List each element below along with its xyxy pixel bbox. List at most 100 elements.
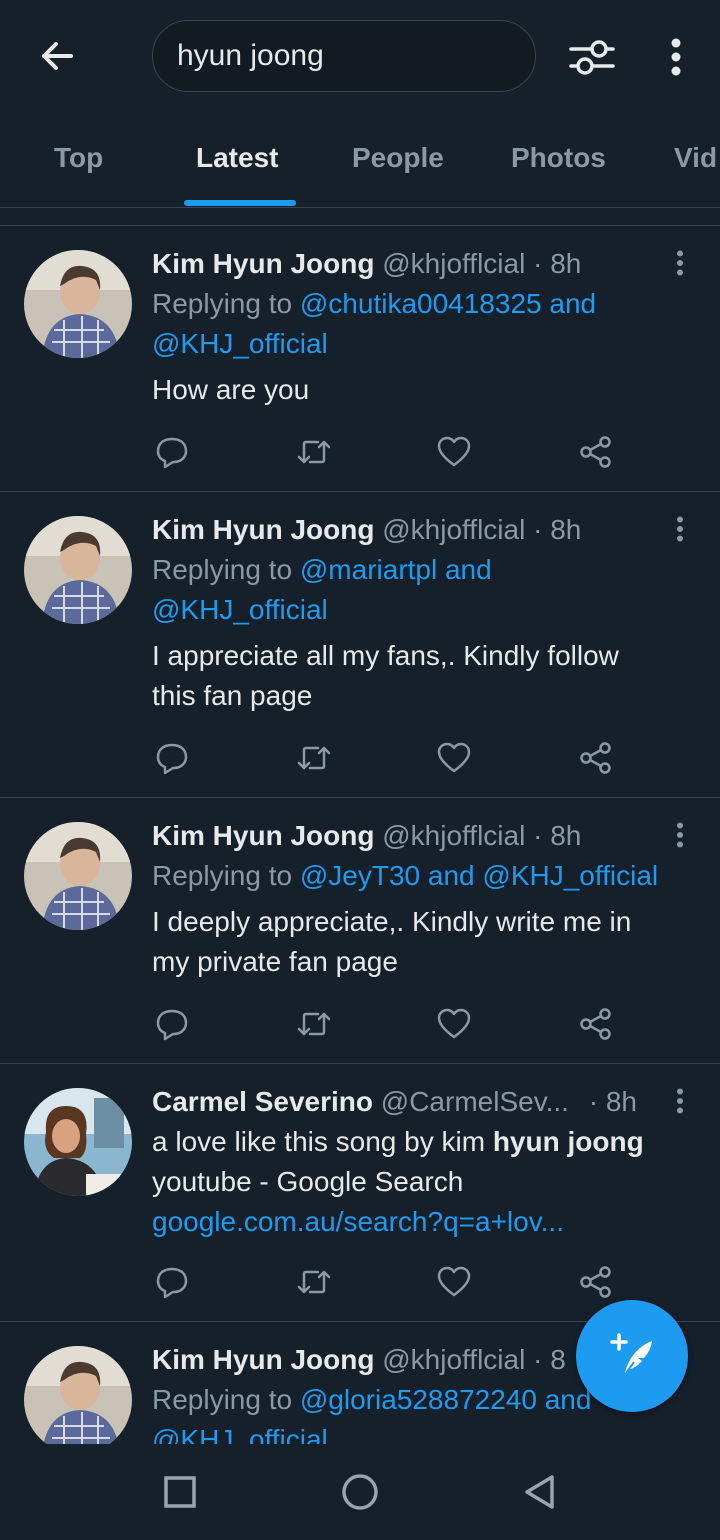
reply-button[interactable] [152,432,192,472]
search-settings-button[interactable] [562,32,622,82]
feather-plus-icon [610,1333,652,1377]
avatar[interactable] [24,516,132,624]
tweet-options-button[interactable] [668,820,692,850]
like-button[interactable] [434,1004,474,1044]
overflow-menu-button[interactable] [656,34,696,80]
tweet[interactable]: Kim Hyun Joong @khjofflcial · 8h Replyin… [0,798,720,1064]
reply-button[interactable] [152,1004,192,1044]
display-name[interactable]: Carmel Severino [152,1086,373,1117]
handle[interactable]: @CarmelSev... [381,1086,569,1117]
search-input[interactable]: hyun joong [152,20,536,92]
tab-latest[interactable]: Latest [196,142,278,174]
system-navigation-bar [0,1444,720,1540]
reply-prefix: Replying to [152,860,293,891]
reply-prefix: Replying to [152,1384,293,1415]
vertical-dots-icon [677,822,683,848]
timestamp: 8h [605,1086,637,1117]
tweet[interactable]: Kim Hyun Joong @khjofflcial · 8h Replyin… [0,492,720,798]
reply-mentions[interactable]: @KHJ_official [152,1424,328,1444]
search-tabs: Top Latest People Photos Vid [0,120,720,208]
share-button[interactable] [576,1262,616,1302]
display-name[interactable]: Kim Hyun Joong [152,1344,374,1375]
avatar[interactable] [24,1088,132,1196]
share-button[interactable] [576,738,616,778]
tweet-link[interactable]: google.com.au/search?q=a+lov... [152,1202,692,1242]
retweet-button[interactable] [294,1004,334,1044]
tab-people[interactable]: People [352,142,444,174]
compose-tweet-button[interactable] [576,1300,688,1412]
arrow-left-icon [42,42,73,70]
display-name[interactable]: Kim Hyun Joong [152,820,374,851]
handle[interactable]: @khjofflcial [382,1344,525,1375]
tweet[interactable]: Kim Hyun Joong @khjofflcial · 8h Replyin… [0,226,720,492]
retweet-button[interactable] [294,738,334,778]
reply-prefix: Replying to [152,288,293,319]
tab-top[interactable]: Top [54,142,103,174]
heart-icon [437,1008,471,1039]
separator: · [588,1086,599,1117]
divider [0,208,720,226]
reply-mentions[interactable]: @KHJ_official [152,328,328,359]
retweet-button[interactable] [294,1262,334,1302]
avatar[interactable] [24,250,132,358]
top-app-bar: hyun joong [0,0,720,120]
timestamp: 8h [550,248,582,279]
reply-button[interactable] [152,738,192,778]
tab-photos[interactable]: Photos [511,142,606,174]
vertical-dots-icon [671,38,681,76]
vertical-dots-icon [677,1088,683,1114]
like-button[interactable] [434,432,474,472]
tweet-options-button[interactable] [668,514,692,544]
like-button[interactable] [434,738,474,778]
share-icon [580,1008,611,1040]
share-button[interactable] [576,432,616,472]
timestamp: 8h [550,820,582,851]
share-button[interactable] [576,1004,616,1044]
avatar[interactable] [24,1346,132,1444]
recents-button[interactable] [158,1470,202,1514]
share-icon [580,436,611,468]
home-button[interactable] [338,1470,382,1514]
display-name[interactable]: Kim Hyun Joong [152,514,374,545]
circle-icon [342,1474,378,1510]
tweet-options-button[interactable] [668,248,692,278]
reply-mentions[interactable]: @chutika00418325 and [300,288,596,319]
tweet-options-button[interactable] [668,1086,692,1116]
handle[interactable]: @khjofflcial [382,820,525,851]
tweet-feed[interactable]: Kim Hyun Joong @khjofflcial · 8h Replyin… [0,226,720,1444]
tweet-actions [152,1004,622,1044]
separator: · [533,820,543,851]
tab-videos[interactable]: Vid [674,142,717,174]
tweet-text-line: youtube - Google Search [152,1166,464,1197]
separator: · [533,514,543,545]
heart-icon [437,1266,471,1297]
separator: · [533,1344,543,1375]
like-button[interactable] [434,1262,474,1302]
retweet-button[interactable] [294,432,334,472]
avatar[interactable] [24,822,132,930]
triangle-icon [525,1475,554,1509]
reply-mentions[interactable]: @mariartpl and [300,554,492,585]
tweet[interactable]: Carmel Severino @CarmelSev... · 8h a lov… [0,1064,720,1322]
reply-mentions[interactable]: @gloria528872240 and [300,1384,592,1415]
reply-mentions[interactable]: @JeyT30 and @KHJ_official [300,860,658,891]
heart-icon [437,742,471,773]
reply-button[interactable] [152,1262,192,1302]
reply-prefix: Replying to [152,554,293,585]
tweet-text-line: this fan page [152,680,313,711]
handle[interactable]: @khjofflcial [382,248,525,279]
tweet-text: a love like this song by kim [152,1126,493,1157]
back-button[interactable] [32,36,80,76]
speech-bubble-icon [156,743,188,775]
retweet-icon [297,1270,331,1294]
tweet-text-line: I appreciate all my fans,. Kindly follow [152,640,619,671]
tweet-text-line: I deeply appreciate,. Kindly write me in [152,906,632,937]
tweet-text: I deeply appreciate,. Kindly write me in… [152,902,692,982]
timestamp: 8h [550,514,582,545]
display-name[interactable]: Kim Hyun Joong [152,248,374,279]
handle[interactable]: @khjofflcial [382,514,525,545]
active-tab-indicator [184,200,296,206]
tweet-text: I appreciate all my fans,. Kindly follow… [152,636,692,716]
system-back-button[interactable] [518,1470,562,1514]
reply-mentions[interactable]: @KHJ_official [152,594,328,625]
